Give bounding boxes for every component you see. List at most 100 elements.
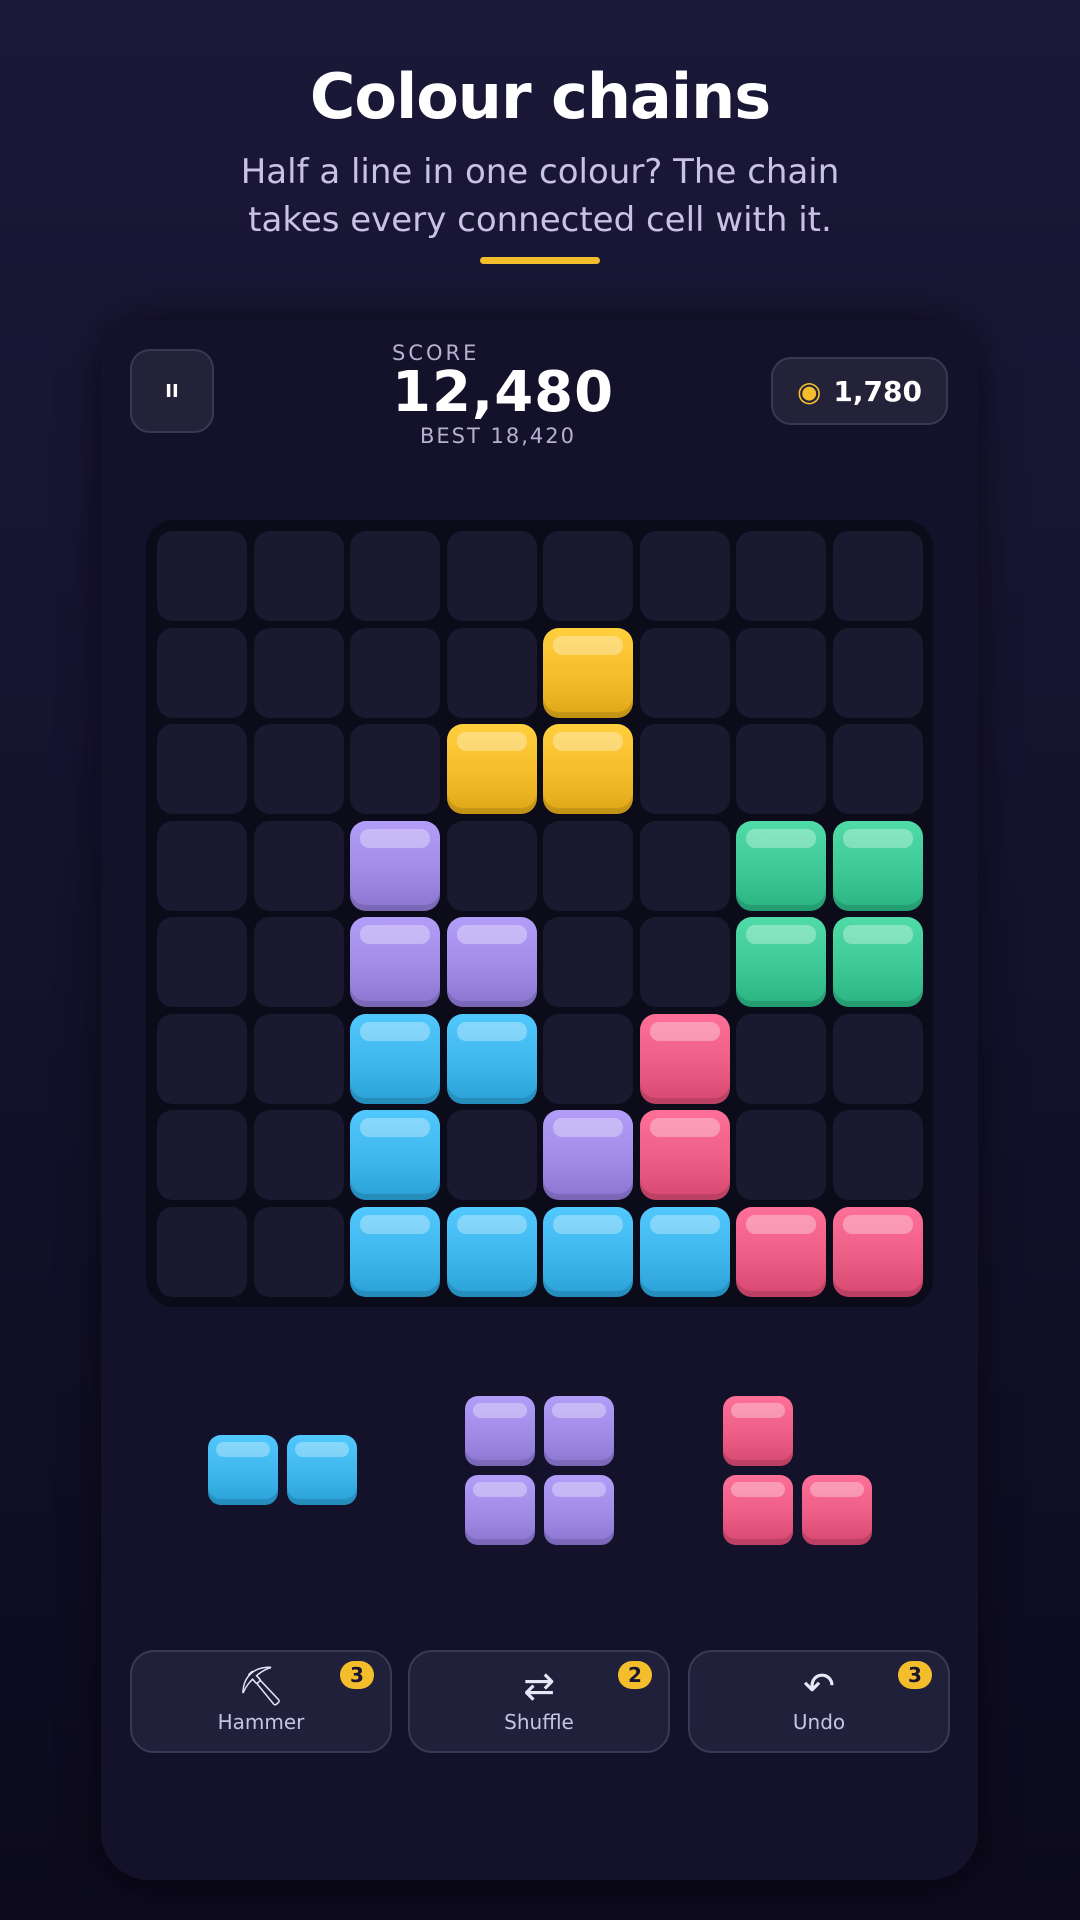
board-cell[interactable] <box>543 820 633 911</box>
tray-block <box>464 1395 535 1466</box>
block-highlight <box>730 1481 785 1497</box>
block-highlight <box>456 1214 527 1234</box>
tray-block <box>543 1474 614 1545</box>
block-highlight <box>649 1021 720 1041</box>
board-cell[interactable] <box>736 1110 826 1200</box>
board-cell[interactable] <box>832 1110 923 1200</box>
board-block-green <box>832 917 923 1007</box>
board-cell[interactable] <box>832 724 923 814</box>
board-block-yellow <box>543 627 633 718</box>
board-cell[interactable] <box>543 917 633 1007</box>
board-cell[interactable] <box>543 1013 633 1104</box>
board-cell[interactable] <box>253 627 344 718</box>
board-cell[interactable] <box>157 820 247 911</box>
tray-block <box>722 1474 793 1545</box>
pause-icon: II <box>165 380 179 402</box>
board-block-yellow <box>543 724 633 814</box>
board-block-purple <box>350 820 440 911</box>
block-highlight <box>551 1481 606 1497</box>
powerup-count-badge: 2 <box>618 1661 652 1689</box>
board-cell[interactable] <box>253 531 344 621</box>
board-cell[interactable] <box>350 531 440 621</box>
board-cell[interactable] <box>639 531 730 621</box>
block-highlight <box>472 1481 527 1497</box>
board-cell[interactable] <box>832 1013 923 1104</box>
board-cell[interactable] <box>639 820 730 911</box>
board-cell[interactable] <box>157 531 247 621</box>
block-highlight <box>746 925 816 944</box>
tray-block <box>286 1435 357 1505</box>
powerup-label: Hammer <box>217 1710 305 1734</box>
hammer-button[interactable]: ⛏ Hammer 3 <box>130 1650 392 1753</box>
block-highlight <box>472 1402 527 1418</box>
block-highlight <box>842 828 913 848</box>
best-label: BEST <box>420 424 482 448</box>
board-cell[interactable] <box>157 1206 247 1297</box>
board-cell[interactable] <box>736 627 826 718</box>
board-cell[interactable] <box>446 627 537 718</box>
block-highlight <box>360 1021 430 1041</box>
tray-block <box>801 1474 872 1545</box>
board-cell[interactable] <box>157 1110 247 1200</box>
board-cell[interactable] <box>253 724 344 814</box>
block-highlight <box>553 635 623 655</box>
board-cell[interactable] <box>639 917 730 1007</box>
powerup-label: Shuffle <box>504 1710 574 1734</box>
undo-button[interactable]: ↶ Undo 3 <box>688 1650 950 1753</box>
board-cell[interactable] <box>157 724 247 814</box>
board-block-pink <box>639 1110 730 1200</box>
block-highlight <box>842 1214 913 1234</box>
pause-button[interactable]: II <box>130 349 214 433</box>
board-cell[interactable] <box>543 531 633 621</box>
powerup-count-badge: 3 <box>898 1661 932 1689</box>
board-block-purple <box>543 1110 633 1200</box>
block-highlight <box>730 1402 785 1418</box>
board-block-purple <box>446 917 537 1007</box>
board-cell[interactable] <box>253 820 344 911</box>
board-cell[interactable] <box>253 1206 344 1297</box>
board-cell[interactable] <box>832 627 923 718</box>
game-board[interactable] <box>146 520 933 1307</box>
block-highlight <box>551 1402 606 1418</box>
tray-piece-pink[interactable] <box>722 1395 872 1545</box>
board-block-blue <box>446 1206 537 1297</box>
board-cell[interactable] <box>253 917 344 1007</box>
board-cell[interactable] <box>446 820 537 911</box>
board-block-blue <box>350 1110 440 1200</box>
page-subtitle: Half a line in one colour? The chain tak… <box>240 152 840 240</box>
board-cell[interactable] <box>736 531 826 621</box>
block-highlight <box>649 1214 720 1234</box>
coin-value: 1,780 <box>833 374 922 408</box>
block-highlight <box>553 732 623 751</box>
block-highlight <box>809 1481 864 1497</box>
tray-block <box>464 1474 535 1545</box>
board-cell[interactable] <box>736 1013 826 1104</box>
board-cell[interactable] <box>253 1013 344 1104</box>
shuffle-button[interactable]: ⇄ Shuffle 2 <box>408 1650 670 1753</box>
tray-piece-blue[interactable] <box>207 1435 357 1505</box>
block-highlight <box>360 1118 430 1137</box>
board-cell[interactable] <box>639 724 730 814</box>
powerup-label: Undo <box>792 1710 846 1734</box>
board-cell[interactable] <box>446 531 537 621</box>
block-highlight <box>842 925 913 944</box>
board-cell[interactable] <box>350 724 440 814</box>
block-highlight <box>456 925 527 944</box>
block-highlight <box>553 1214 623 1234</box>
board-cell[interactable] <box>736 724 826 814</box>
board-cell[interactable] <box>253 1110 344 1200</box>
board-cell[interactable] <box>350 627 440 718</box>
title-underline <box>480 257 600 264</box>
block-highlight <box>553 1118 623 1137</box>
board-cell[interactable] <box>832 531 923 621</box>
coin-counter[interactable]: ◉ 1,780 <box>771 357 948 425</box>
board-cell[interactable] <box>157 917 247 1007</box>
board-block-purple <box>350 917 440 1007</box>
block-highlight <box>746 1214 816 1234</box>
board-cell[interactable] <box>639 627 730 718</box>
board-cell[interactable] <box>157 627 247 718</box>
board-cell[interactable] <box>446 1110 537 1200</box>
board-block-green <box>832 820 923 911</box>
board-cell[interactable] <box>157 1013 247 1104</box>
tray-piece-purple[interactable] <box>464 1395 614 1545</box>
